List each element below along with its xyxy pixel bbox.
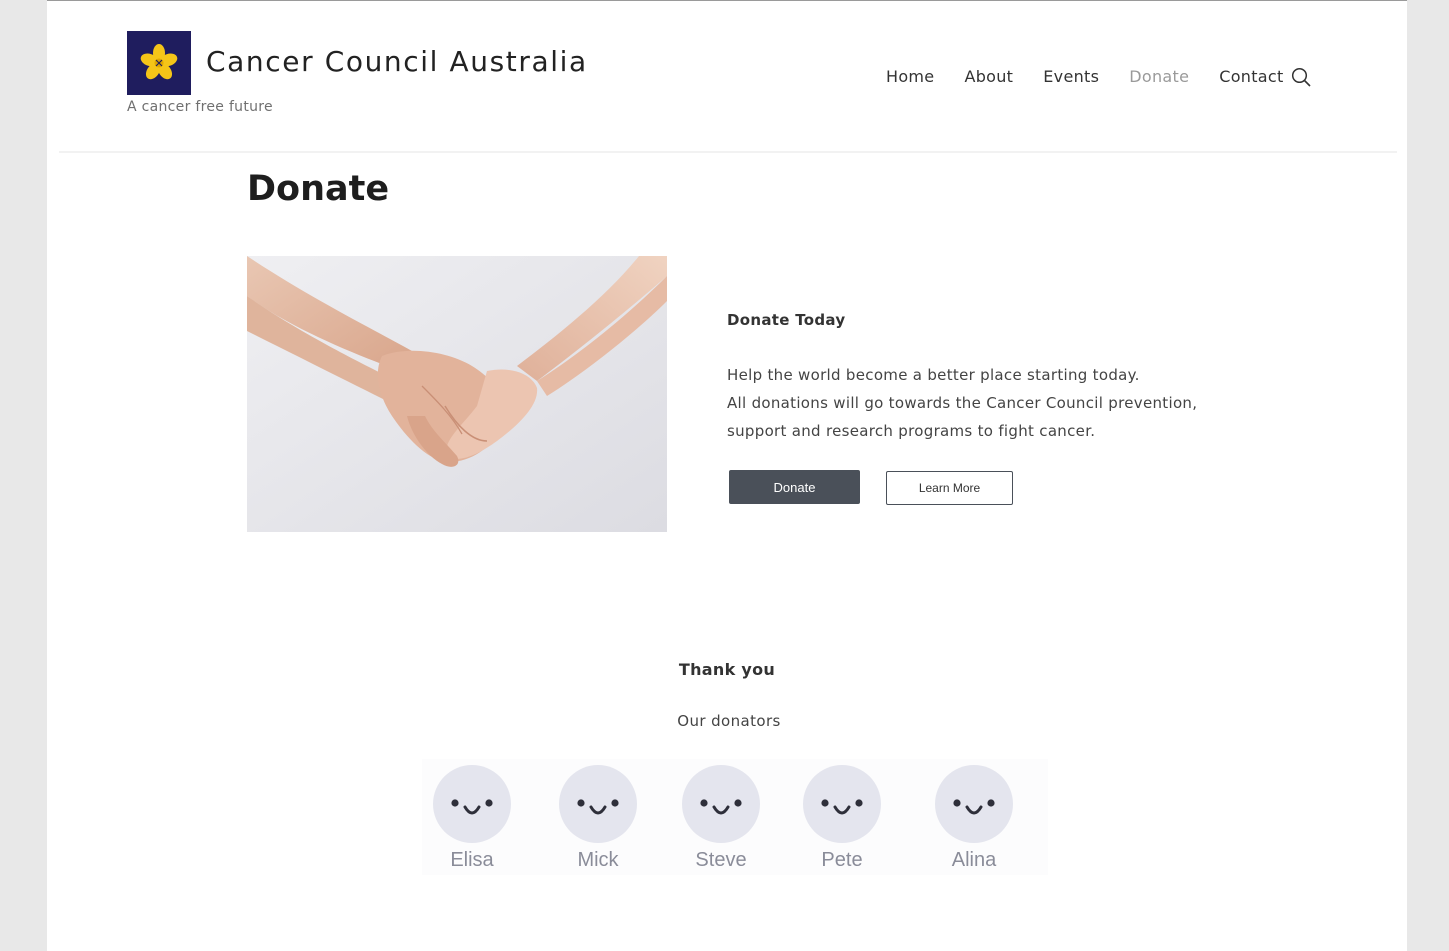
donate-today-heading: Donate Today xyxy=(727,311,846,329)
donate-description-line: support and research programs to fight c… xyxy=(727,422,1096,440)
smiley-face-icon xyxy=(935,765,1013,843)
donor-name: Pete xyxy=(821,849,863,871)
site-header: Cancer Council Australia A cancer free f… xyxy=(47,1,1407,151)
search-icon xyxy=(1291,67,1311,87)
donate-description-line: All donations will go towards the Cancer… xyxy=(727,394,1198,412)
donor-card: Alina xyxy=(924,759,1024,875)
smiley-face-icon xyxy=(682,765,760,843)
donor-card: Mick xyxy=(548,759,648,875)
nav-item-events[interactable]: Events xyxy=(1043,67,1099,86)
page: Cancer Council Australia A cancer free f… xyxy=(47,0,1407,951)
site-tagline: A cancer free future xyxy=(127,99,273,115)
donate-description-line: Help the world become a better place sta… xyxy=(727,366,1140,384)
donor-name: Steve xyxy=(695,849,747,871)
donors-list: Elisa Mick Steve Pete Alina xyxy=(422,759,1048,875)
site-logo[interactable] xyxy=(127,31,191,95)
site-title[interactable]: Cancer Council Australia xyxy=(206,45,588,78)
donators-subheading: Our donators xyxy=(677,712,781,730)
nav-item-contact[interactable]: Contact xyxy=(1219,67,1283,86)
learn-more-button[interactable]: Learn More xyxy=(886,471,1013,505)
smiley-face-icon xyxy=(433,765,511,843)
smiley-face-icon xyxy=(559,765,637,843)
donor-card: Pete xyxy=(792,759,892,875)
header-divider xyxy=(59,151,1397,153)
daffodil-icon xyxy=(140,44,178,80)
donor-name: Elisa xyxy=(450,849,494,871)
donate-description: Help the world become a better place sta… xyxy=(727,361,1197,445)
donor-card: Elisa xyxy=(422,759,522,875)
donor-card: Steve xyxy=(671,759,771,875)
search-button[interactable] xyxy=(1291,67,1311,87)
donor-name: Alina xyxy=(951,849,997,871)
nav-item-home[interactable]: Home xyxy=(886,67,934,86)
nav-item-donate[interactable]: Donate xyxy=(1129,67,1189,86)
holding-hands-image xyxy=(247,256,667,532)
nav-item-about[interactable]: About xyxy=(964,67,1013,86)
thank-you-heading: Thank you xyxy=(678,660,776,679)
page-title: Donate xyxy=(247,169,390,209)
smiley-face-icon xyxy=(803,765,881,843)
donor-name: Mick xyxy=(577,849,619,871)
main-nav: Home About Events Donate Contact xyxy=(886,67,1314,86)
donate-button[interactable]: Donate xyxy=(729,470,860,504)
